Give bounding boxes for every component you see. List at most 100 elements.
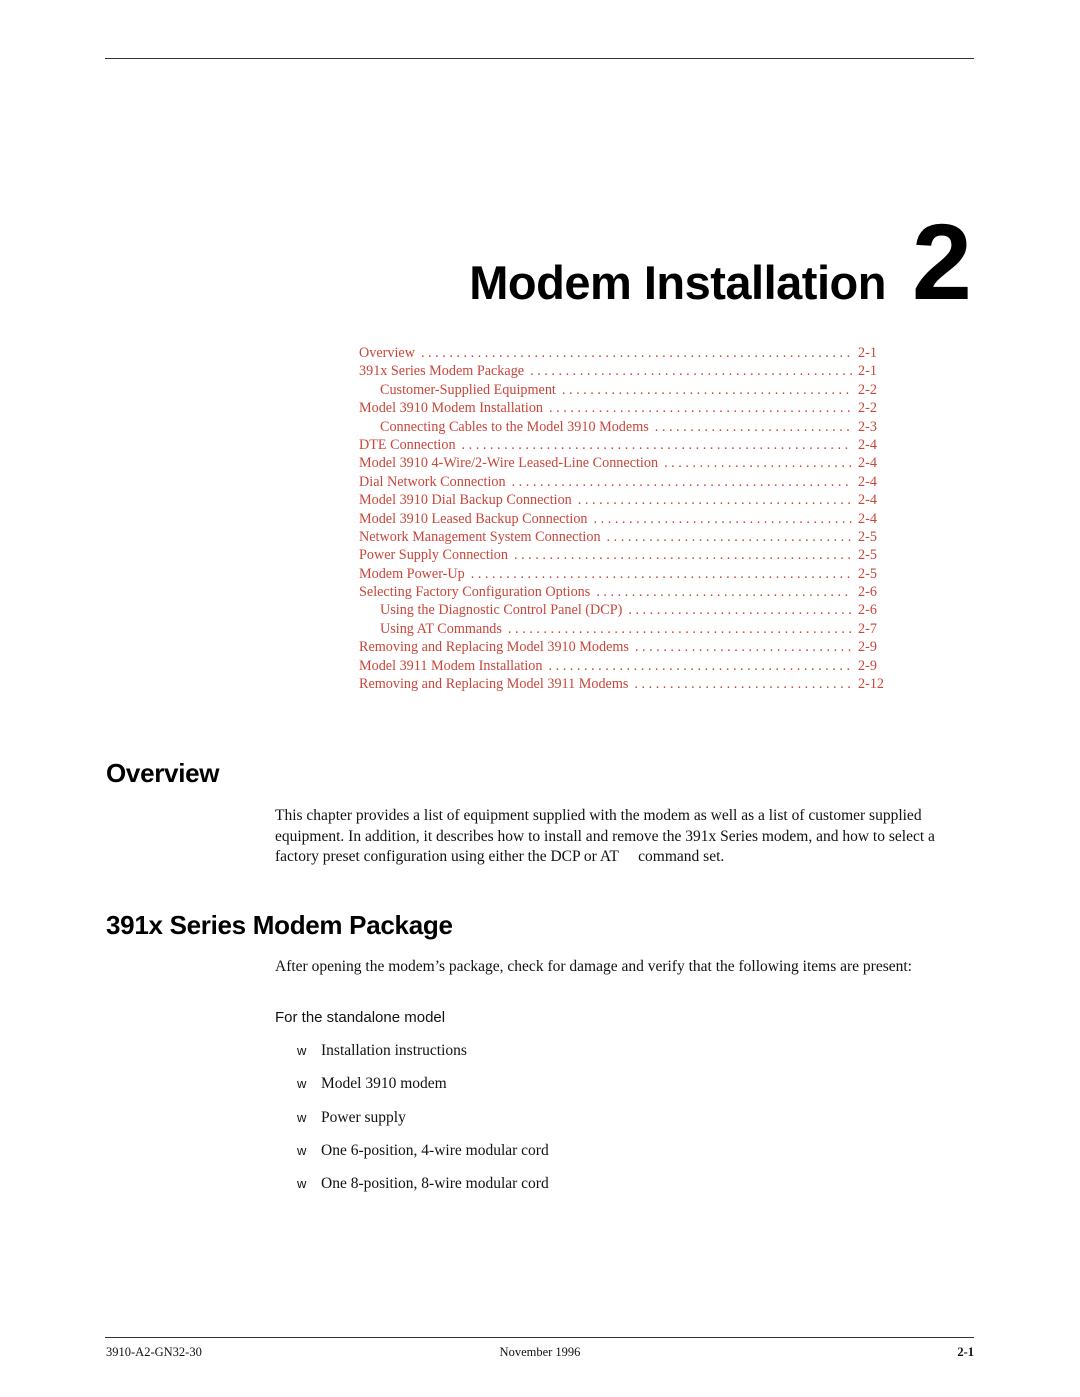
toc-entry-label[interactable]: Model 3910 4-Wire/2-Wire Leased-Line Con…	[359, 455, 664, 472]
toc-entry[interactable]: Dial Network Connection 2-4	[359, 474, 887, 492]
toc-leader-dots	[596, 584, 852, 601]
overview-paragraph: This chapter provides a list of equipmen…	[275, 807, 935, 865]
toc-entry[interactable]: Using the Diagnostic Control Panel (DCP)…	[359, 602, 887, 620]
package-items-list: w Installation instructions w Model 3910 m…	[297, 1042, 549, 1208]
list-item-text: One 6-position, 4-wire modular cord	[321, 1141, 549, 1159]
header-rule	[105, 58, 974, 59]
list-item-text: Power supply	[321, 1108, 406, 1126]
bullet-icon: w	[297, 1076, 307, 1092]
toc-entry-page[interactable]: 2-4	[852, 474, 887, 491]
toc-entry[interactable]: 391x Series Modem Package 2-1	[359, 363, 887, 381]
toc-entry-page[interactable]: 2-5	[852, 566, 887, 583]
toc-entry[interactable]: Model 3910 Dial Backup Connection 2-4	[359, 492, 887, 510]
chapter-title-text: Modem Installation	[469, 256, 886, 309]
toc-leader-dots	[594, 511, 852, 528]
toc-entry-page[interactable]: 2-9	[852, 639, 887, 656]
toc-entry-label[interactable]: Removing and Replacing Model 3911 Modems	[359, 676, 634, 693]
list-item-text: One 8-position, 8-wire modular cord	[321, 1175, 549, 1193]
toc-entry[interactable]: Connecting Cables to the Model 3910 Mode…	[359, 419, 887, 437]
toc-entry-page[interactable]: 2-6	[852, 584, 887, 601]
toc-entry-page[interactable]: 2-1	[852, 345, 887, 362]
toc-entry-page[interactable]: 2-5	[852, 529, 887, 546]
toc-leader-dots	[549, 400, 852, 417]
bullet-icon: w	[297, 1109, 307, 1125]
toc-leader-dots	[462, 437, 852, 454]
footer-date: November 1996	[499, 1345, 581, 1359]
toc-leader-dots	[508, 621, 852, 638]
toc-entry[interactable]: Network Management System Connection 2-5	[359, 529, 887, 547]
bullet-icon: w	[297, 1043, 307, 1058]
toc-entry[interactable]: Removing and Replacing Model 3910 Modems…	[359, 639, 887, 657]
toc-entry-label[interactable]: Modem Power-Up	[359, 566, 471, 583]
toc-entry[interactable]: DTE Connection 2-4	[359, 437, 887, 455]
chapter-title: Modem Installation 2	[469, 208, 972, 316]
overview-heading: Overview	[106, 758, 220, 788]
toc-entry-page[interactable]: 2-12	[852, 676, 887, 693]
toc-entry-label[interactable]: Selecting Factory Configuration Options	[359, 584, 596, 601]
toc-leader-dots	[664, 455, 852, 472]
toc-leader-dots	[562, 382, 852, 399]
table-of-contents: Overview 2-1 391x Series Modem Package 2-1 C…	[359, 345, 887, 694]
toc-entry-page[interactable]: 2-9	[852, 658, 887, 675]
toc-entry-page[interactable]: 2-5	[852, 547, 887, 564]
toc-entry-page[interactable]: 2-4	[852, 437, 887, 454]
list-item-text: Model 3910 modem	[321, 1075, 447, 1093]
toc-leader-dots	[634, 676, 852, 693]
toc-entry-label[interactable]: Dial Network Connection	[359, 474, 512, 491]
list-item-text: Installation instructions	[321, 1042, 467, 1059]
toc-entry-label[interactable]: Overview	[359, 345, 421, 362]
toc-leader-dots	[512, 474, 852, 491]
toc-entry-label[interactable]: 391x Series Modem Package	[359, 363, 530, 380]
toc-entry-label[interactable]: Model 3910 Leased Backup Connection	[359, 511, 594, 528]
toc-entry[interactable]: Customer-Supplied Equipment 2-2	[359, 382, 887, 400]
standalone-subheading: For the standalone model	[275, 1009, 446, 1026]
toc-entry-page[interactable]: 2-6	[852, 602, 887, 619]
package-paragraph: After opening the modem’s package, check…	[275, 958, 912, 975]
toc-entry-page[interactable]: 2-7	[852, 621, 887, 638]
toc-entry-label[interactable]: Model 3910 Modem Installation	[359, 400, 549, 417]
toc-entry[interactable]: Model 3910 Modem Installation 2-2	[359, 400, 887, 418]
toc-leader-dots	[471, 566, 852, 583]
toc-entry-page[interactable]: 2-1	[852, 363, 887, 380]
toc-entry-label[interactable]: Power Supply Connection	[359, 547, 514, 564]
toc-entry-page[interactable]: 2-2	[852, 400, 887, 417]
toc-entry[interactable]: Model 3910 4-Wire/2-Wire Leased-Line Con…	[359, 455, 887, 473]
toc-entry[interactable]: Overview 2-1	[359, 345, 887, 363]
toc-leader-dots	[578, 492, 852, 509]
toc-entry-page[interactable]: 2-4	[852, 455, 887, 472]
toc-entry[interactable]: Modem Power-Up 2-5	[359, 566, 887, 584]
toc-entry-page[interactable]: 2-3	[852, 419, 887, 436]
bullet-icon: w	[297, 1176, 307, 1192]
toc-entry[interactable]: Model 3910 Leased Backup Connection 2-4	[359, 511, 887, 529]
footer-rule	[105, 1337, 974, 1338]
toc-entry-label[interactable]: Removing and Replacing Model 3910 Modems	[359, 639, 635, 656]
toc-entry-label[interactable]: Using the Diagnostic Control Panel (DCP)	[359, 602, 628, 619]
toc-entry[interactable]: Power Supply Connection 2-5	[359, 547, 887, 565]
toc-entry[interactable]: Model 3911 Modem Installation 2-9	[359, 658, 887, 676]
toc-entry-page[interactable]: 2-4	[852, 492, 887, 509]
toc-leader-dots	[628, 602, 852, 619]
footer-page-number: 2-1	[957, 1345, 974, 1359]
toc-entry-label[interactable]: DTE Connection	[359, 437, 462, 454]
list-item: w Power supply	[297, 1109, 549, 1142]
toc-leader-dots	[530, 363, 852, 380]
toc-entry[interactable]: Selecting Factory Configuration Options 2…	[359, 584, 887, 602]
toc-entry-label[interactable]: Model 3910 Dial Backup Connection	[359, 492, 578, 509]
list-item: w One 8-position, 8-wire modular cord	[297, 1175, 549, 1208]
package-heading: 391x Series Modem Package	[106, 910, 453, 940]
list-item: w Model 3910 modem	[297, 1075, 549, 1108]
chapter-number: 2	[911, 201, 972, 322]
toc-entry[interactable]: Using AT Commands 2-7	[359, 621, 887, 639]
toc-entry-label[interactable]: Connecting Cables to the Model 3910 Mode…	[359, 419, 655, 436]
list-item: w Installation instructions	[297, 1042, 549, 1075]
toc-entry-label[interactable]: Using AT Commands	[359, 621, 508, 638]
toc-entry-page[interactable]: 2-2	[852, 382, 887, 399]
toc-entry[interactable]: Removing and Replacing Model 3911 Modems…	[359, 676, 887, 694]
toc-entry-label[interactable]: Model 3911 Modem Installation	[359, 658, 549, 675]
toc-leader-dots	[549, 658, 853, 675]
toc-leader-dots	[514, 547, 852, 564]
toc-entry-label[interactable]: Customer-Supplied Equipment	[359, 382, 562, 399]
toc-entry-page[interactable]: 2-4	[852, 511, 887, 528]
toc-entry-label[interactable]: Network Management System Connection	[359, 529, 607, 546]
list-item: w One 6-position, 4-wire modular cord	[297, 1142, 549, 1175]
